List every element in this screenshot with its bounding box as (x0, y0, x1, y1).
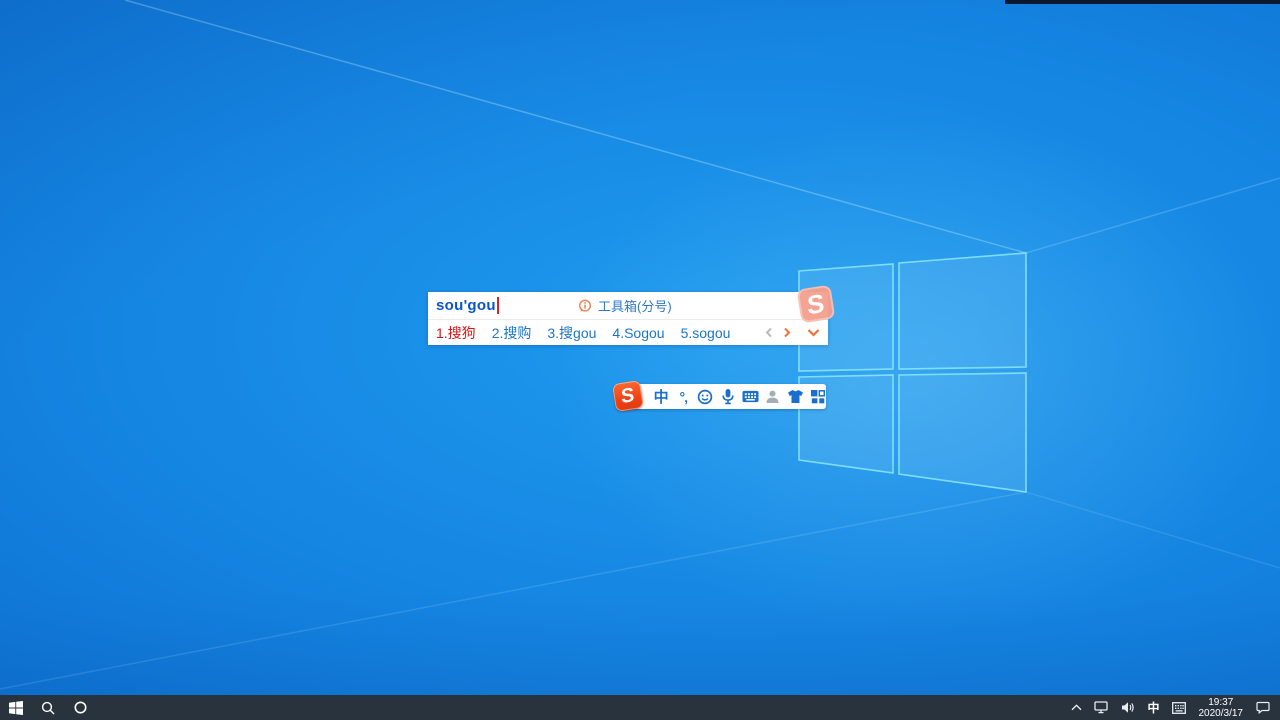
desktop-wallpaper (0, 0, 1280, 720)
soft-keyboard-icon[interactable] (742, 387, 759, 407)
search-button[interactable] (32, 695, 64, 720)
candidate-5[interactable]: 5.sogou (681, 325, 731, 341)
sogou-logo-letter: S (621, 385, 635, 407)
text-caret (497, 297, 499, 314)
candidate-pager (765, 327, 820, 338)
windows-logo-icon (9, 701, 23, 715)
network-button[interactable] (1088, 695, 1115, 720)
punctuation-mode-icon[interactable]: °‚ (675, 387, 691, 407)
voice-input-icon[interactable] (720, 387, 736, 407)
system-tray: 中 19:37 2020/3/17 (1065, 695, 1280, 720)
action-center-button[interactable] (1250, 695, 1280, 720)
hidden-window-edge (1005, 0, 1280, 4)
hidden-icons-button[interactable] (1065, 695, 1088, 720)
sogou-watermark-letter: S (807, 290, 825, 319)
clock-date: 2020/3/17 (1199, 708, 1244, 719)
action-center-icon (1256, 701, 1270, 714)
next-page-icon[interactable] (783, 327, 791, 338)
clock-time: 19:37 (1199, 697, 1244, 708)
ime-toolbox-hint[interactable]: 工具箱(分号) (576, 292, 672, 319)
taskbar: 中 19:37 2020/3/17 (0, 695, 1280, 720)
ime-mode-indicator[interactable]: 中 (1141, 695, 1165, 720)
wallpaper-window-logo (0, 0, 1280, 720)
candidate-2[interactable]: 2.搜购 (492, 323, 532, 343)
info-icon (576, 296, 593, 316)
clock[interactable]: 19:37 2020/3/17 (1192, 697, 1251, 719)
taskbar-left (0, 695, 96, 720)
ime-toolbox-label[interactable]: 工具箱(分号) (598, 296, 672, 315)
ime-composition-row: sou'gou 工具箱(分号) S (428, 292, 828, 319)
touch-keyboard-icon (1172, 702, 1186, 714)
start-button[interactable] (0, 695, 32, 720)
sogou-logo-watermark: S (797, 285, 836, 324)
expand-candidates-icon[interactable] (807, 328, 820, 337)
chevron-up-icon (1071, 704, 1082, 711)
network-ethernet-icon (1094, 701, 1109, 714)
ime-composition-text: sou'gou (436, 297, 496, 314)
candidate-3[interactable]: 3.搜gou (547, 323, 596, 343)
prev-page-icon[interactable] (765, 327, 773, 338)
cortana-button[interactable] (64, 695, 96, 720)
candidate-4[interactable]: 4.Sogou (612, 325, 664, 341)
volume-button[interactable] (1115, 695, 1141, 720)
search-icon (41, 701, 55, 715)
candidate-1[interactable]: 1.搜狗 (436, 323, 476, 343)
toolbox-grid-icon[interactable] (810, 387, 826, 407)
touch-keyboard-button[interactable] (1166, 695, 1192, 720)
sogou-ime-toolbar: S 中 °‚ (617, 384, 826, 409)
chinese-english-toggle-icon[interactable]: 中 (653, 387, 669, 407)
ime-candidate-window: sou'gou 工具箱(分号) S 1.搜狗 2.搜购 3.搜gou 4.Sog… (428, 292, 828, 345)
speaker-icon (1121, 701, 1135, 714)
emoji-picker-icon[interactable] (697, 387, 713, 407)
sogou-logo-icon[interactable]: S (612, 380, 644, 412)
account-icon[interactable] (765, 387, 781, 407)
cortana-circle-icon (74, 701, 87, 714)
skin-icon[interactable] (787, 387, 804, 407)
ime-candidate-row: 1.搜狗 2.搜购 3.搜gou 4.Sogou 5.sogou (428, 319, 828, 345)
